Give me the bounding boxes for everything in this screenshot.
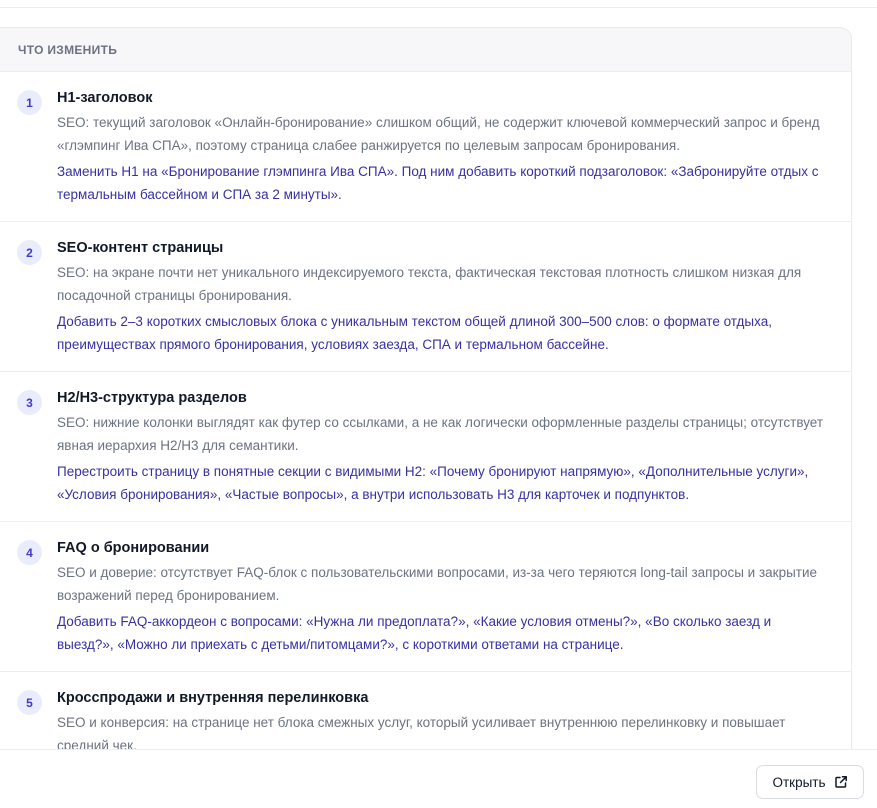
item-number-badge: 2 [17, 240, 42, 265]
item-title: FAQ о бронировании [57, 540, 210, 556]
item-content: SEO-контент страницы SEO: на экране почт… [57, 238, 831, 352]
item-recommendation: Заменить H1 на «Бронирование глэмпинга И… [57, 164, 819, 202]
item-title: H2/H3-структура разделов [57, 390, 247, 406]
item-number-badge: 1 [17, 90, 42, 115]
footer-bar: Открыть [0, 749, 877, 808]
item-description: SEO: нижние колонки выглядят как футер с… [57, 415, 824, 453]
open-button-label: Открыть [772, 774, 826, 790]
item-title: H1-заголовок [57, 90, 153, 106]
item-number-badge: 5 [17, 690, 42, 715]
change-item: 4 FAQ о бронировании SEO и доверие: отсу… [0, 522, 851, 672]
external-link-icon [834, 775, 848, 789]
item-description: SEO: текущий заголовок «Онлайн-бронирова… [57, 115, 820, 153]
item-number-badge: 4 [17, 540, 42, 565]
item-title: SEO-контент страницы [57, 240, 224, 256]
open-button[interactable]: Открыть [756, 765, 864, 799]
change-item: 5 Кросспродажи и внутренняя перелинковка… [0, 672, 851, 749]
item-content: H2/H3-структура разделов SEO: нижние кол… [57, 388, 831, 502]
change-item: 3 H2/H3-структура разделов SEO: нижние к… [0, 372, 851, 522]
change-item: 1 H1-заголовок SEO: текущий заголовок «О… [0, 72, 851, 222]
item-content: FAQ о бронировании SEO и доверие: отсутс… [57, 538, 831, 652]
changes-list: 1 H1-заголовок SEO: текущий заголовок «О… [0, 72, 851, 749]
top-divider [0, 0, 877, 8]
change-item: 2 SEO-контент страницы SEO: на экране по… [0, 222, 851, 372]
item-content: H1-заголовок SEO: текущий заголовок «Онл… [57, 88, 831, 202]
section-header: ЧТО ИЗМЕНИТЬ [0, 28, 851, 72]
item-number-badge: 3 [17, 390, 42, 415]
item-description: SEO и доверие: отсутствует FAQ-блок с по… [57, 565, 818, 603]
item-description: SEO и конверсия: на странице нет блока с… [57, 715, 786, 749]
item-recommendation: Перестроить страницу в понятные секции с… [57, 464, 809, 502]
item-content: Кросспродажи и внутренняя перелинковка S… [57, 688, 831, 749]
item-title: Кросспродажи и внутренняя перелинковка [57, 690, 369, 706]
item-recommendation: Добавить FAQ-аккордеон с вопросами: «Нуж… [57, 614, 772, 652]
item-recommendation: Добавить 2–3 коротких смысловых блока с … [57, 314, 772, 352]
changes-panel: ЧТО ИЗМЕНИТЬ 1 H1-заголовок SEO: текущий… [0, 27, 852, 749]
item-description: SEO: на экране почти нет уникального инд… [57, 265, 802, 303]
